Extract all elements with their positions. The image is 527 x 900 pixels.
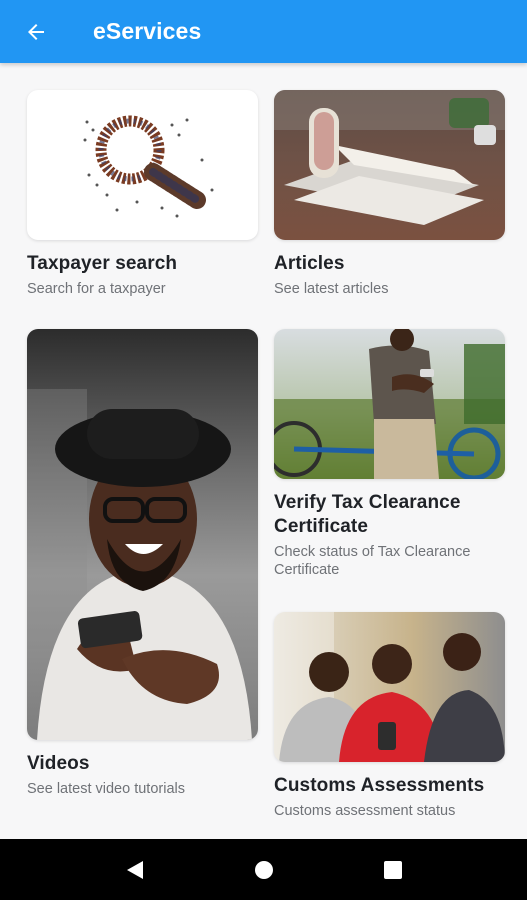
back-button[interactable]	[0, 0, 76, 63]
taxpayer-search-card[interactable]: Taxpayer search Search for a taxpayer	[27, 90, 258, 298]
nav-home-icon	[254, 860, 273, 879]
customs-assessments-card[interactable]: Customs Assessments Customs assessment s…	[274, 612, 505, 820]
card-subtitle: See latest articles	[274, 281, 389, 297]
nav-back-button[interactable]	[105, 845, 165, 895]
nav-back-icon	[126, 860, 143, 879]
verify-tcc-card[interactable]: Verify Tax Clearance Certificate Check s…	[274, 329, 505, 579]
card-subtitle: Check status of Tax Clearance Certificat…	[274, 544, 471, 578]
card-subtitle: Search for a taxpayer	[27, 281, 166, 297]
nav-recents-icon	[383, 860, 402, 879]
videos-card[interactable]: Videos See latest video tutorials	[27, 329, 258, 798]
man-on-bicycle-image	[274, 329, 505, 479]
page-title: eServices	[93, 18, 202, 44]
card-subtitle: Customs assessment status	[274, 803, 456, 819]
arrow-left-icon	[28, 23, 44, 40]
card-title: Articles	[274, 253, 345, 274]
card-title: Taxpayer search	[27, 253, 178, 274]
nav-home-button[interactable]	[234, 845, 294, 895]
articles-card[interactable]: Articles See latest articles	[274, 90, 505, 298]
card-subtitle: See latest video tutorials	[27, 781, 185, 797]
card-title: Customs Assessments	[274, 775, 485, 796]
women-with-phone-image	[274, 612, 505, 762]
magazines-on-table-image	[274, 90, 505, 240]
nav-recents-button[interactable]	[363, 845, 423, 895]
services-grid: Taxpayer search Search for a taxpayer Ar…	[0, 63, 527, 839]
app-bar: eServices	[0, 0, 527, 63]
man-with-phone-image	[27, 329, 258, 740]
card-title: Videos	[27, 753, 90, 774]
card-title: Verify Tax Clearance Certificate	[274, 492, 461, 537]
system-navigation-bar	[0, 839, 527, 900]
crowd-magnifier-image	[27, 90, 258, 240]
